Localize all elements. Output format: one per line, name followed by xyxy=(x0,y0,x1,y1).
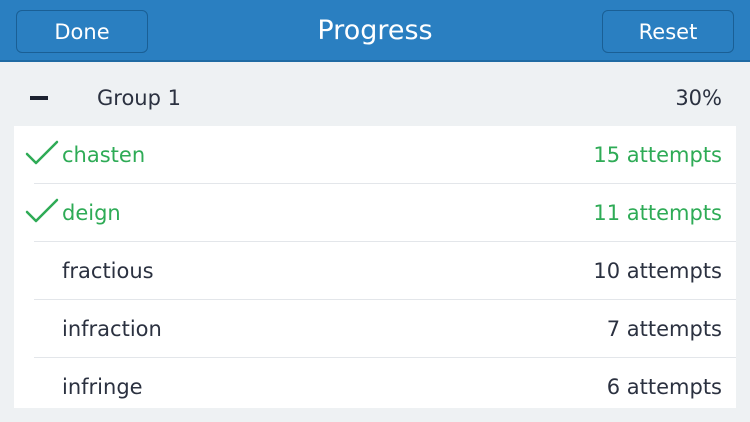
word-label: infringe xyxy=(62,375,143,399)
list-item[interactable]: fractious 10 attempts xyxy=(34,242,736,300)
attempts-count: 11 attempts xyxy=(593,201,722,225)
word-label: chasten xyxy=(62,143,146,167)
minus-icon[interactable] xyxy=(30,96,48,100)
progress-list: Group 1 30% chasten 15 attempts deign 11… xyxy=(14,70,736,408)
group-header[interactable]: Group 1 30% xyxy=(14,70,736,126)
attempts-count: 6 attempts xyxy=(606,375,722,399)
done-button[interactable]: Done xyxy=(16,10,148,53)
word-label: deign xyxy=(62,201,121,225)
group-percent: 30% xyxy=(675,86,722,110)
attempts-count: 10 attempts xyxy=(593,259,722,283)
list-item[interactable]: chasten 15 attempts xyxy=(25,126,736,184)
checkmark-icon xyxy=(25,140,59,165)
word-label: infraction xyxy=(62,317,162,341)
navigation-bar: Done Progress Reset xyxy=(0,0,750,62)
attempts-count: 15 attempts xyxy=(593,143,722,167)
word-label: fractious xyxy=(62,259,154,283)
checkmark-icon xyxy=(25,198,59,223)
list-item[interactable]: infraction 7 attempts xyxy=(34,300,736,358)
group-title: Group 1 xyxy=(97,86,181,110)
reset-button[interactable]: Reset xyxy=(602,10,734,53)
attempts-count: 7 attempts xyxy=(606,317,722,341)
list-item[interactable]: deign 11 attempts xyxy=(25,184,736,242)
list-item[interactable]: infringe 6 attempts xyxy=(34,358,736,408)
